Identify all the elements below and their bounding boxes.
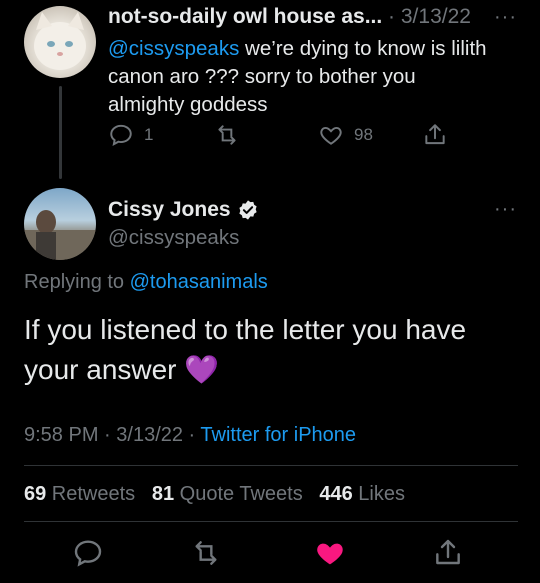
- share-icon: [436, 539, 460, 565]
- replying-to-line: Replying to @tohasanimals: [24, 271, 268, 294]
- main-text-line1: If you listened to the letter you have: [24, 314, 467, 345]
- divider-top: [24, 465, 518, 466]
- profile-photo-image: [24, 210, 96, 260]
- tweet-metadata: 9:58 PM · 3/13/22 · Twitter for iPhone: [24, 424, 356, 447]
- parent-date[interactable]: 3/13/22: [401, 5, 471, 28]
- share-button[interactable]: [432, 537, 464, 569]
- parent-text-line1: we’re dying to know is lilith: [239, 37, 487, 60]
- retweets-label: Retweets: [46, 483, 136, 505]
- likes-stat[interactable]: 446 Likes: [319, 483, 405, 505]
- parent-like-button[interactable]: 98: [318, 122, 373, 148]
- verified-badge-icon: [238, 200, 257, 220]
- main-handle[interactable]: @cissyspeaks: [108, 226, 239, 250]
- likes-label: Likes: [352, 483, 405, 505]
- tweet-source-link[interactable]: Twitter for iPhone: [200, 424, 356, 446]
- replying-to-link[interactable]: @tohasanimals: [130, 271, 268, 293]
- parent-display-name[interactable]: not-so-daily owl house as...: [108, 5, 382, 28]
- tweet-time[interactable]: 9:58 PM: [24, 424, 98, 446]
- thread-connector-line: [59, 86, 62, 179]
- divider-bottom: [24, 521, 518, 522]
- reply-icon: [74, 540, 102, 567]
- main-tweet-text: If you listened to the letter you have y…: [24, 310, 524, 390]
- likes-count: 446: [319, 483, 353, 505]
- main-text-line2: your answer: [24, 354, 177, 385]
- meta-dot-1: ·: [98, 424, 117, 446]
- parent-share-button[interactable]: [422, 122, 448, 148]
- parent-reply-button[interactable]: 1: [108, 122, 153, 148]
- replying-prefix: Replying to: [24, 271, 130, 293]
- retweets-stat[interactable]: 69 Retweets: [24, 483, 135, 505]
- quotes-stat[interactable]: 81 Quote Tweets: [152, 483, 303, 505]
- meta-dot-2: ·: [183, 424, 201, 446]
- like-button[interactable]: [314, 537, 346, 569]
- parent-separator: ·: [382, 5, 401, 28]
- heart-outline-icon: [320, 126, 342, 145]
- more-horizontal-icon[interactable]: ···: [494, 6, 517, 29]
- parent-text-line2: canon aro ??? sorry to bother you: [108, 65, 416, 88]
- parent-avatar[interactable]: [24, 6, 96, 78]
- reply-icon: [110, 124, 132, 147]
- parent-like-count: 98: [354, 125, 373, 144]
- parent-tweet-header: not-so-daily owl house as... · 3/13/22: [108, 5, 471, 29]
- main-display-name[interactable]: Cissy Jones: [108, 198, 231, 222]
- parent-action-bar: 1 98: [108, 122, 468, 150]
- tweet-date[interactable]: 3/13/22: [116, 424, 183, 446]
- parent-text-line3: almighty goddess: [108, 93, 268, 116]
- parent-reply-count: 1: [144, 125, 154, 144]
- parent-retweet-button[interactable]: [214, 122, 250, 148]
- retweet-icon: [218, 125, 236, 145]
- quotes-count: 81: [151, 483, 175, 505]
- purple-heart-emoji: 💜: [184, 354, 220, 385]
- share-icon: [425, 124, 445, 145]
- main-avatar[interactable]: [24, 188, 96, 260]
- heart-filled-icon: [317, 543, 343, 565]
- engagement-stats: 69 Retweets 81 Quote Tweets 446 Likes: [24, 483, 405, 506]
- main-action-bar: [24, 537, 518, 573]
- parent-tweet-text: @cissyspeaks we’re dying to know is lili…: [108, 35, 518, 119]
- parent-mention-link[interactable]: @cissyspeaks: [108, 37, 239, 60]
- retweet-button[interactable]: [190, 537, 222, 569]
- quotes-label: Quote Tweets: [174, 483, 303, 505]
- retweets-count: 69: [24, 483, 47, 505]
- retweet-icon: [195, 541, 217, 565]
- cat-avatar-image: [34, 12, 86, 70]
- more-horizontal-icon[interactable]: ···: [494, 198, 517, 221]
- main-name-row: Cissy Jones: [108, 198, 259, 222]
- reply-button[interactable]: [72, 537, 104, 569]
